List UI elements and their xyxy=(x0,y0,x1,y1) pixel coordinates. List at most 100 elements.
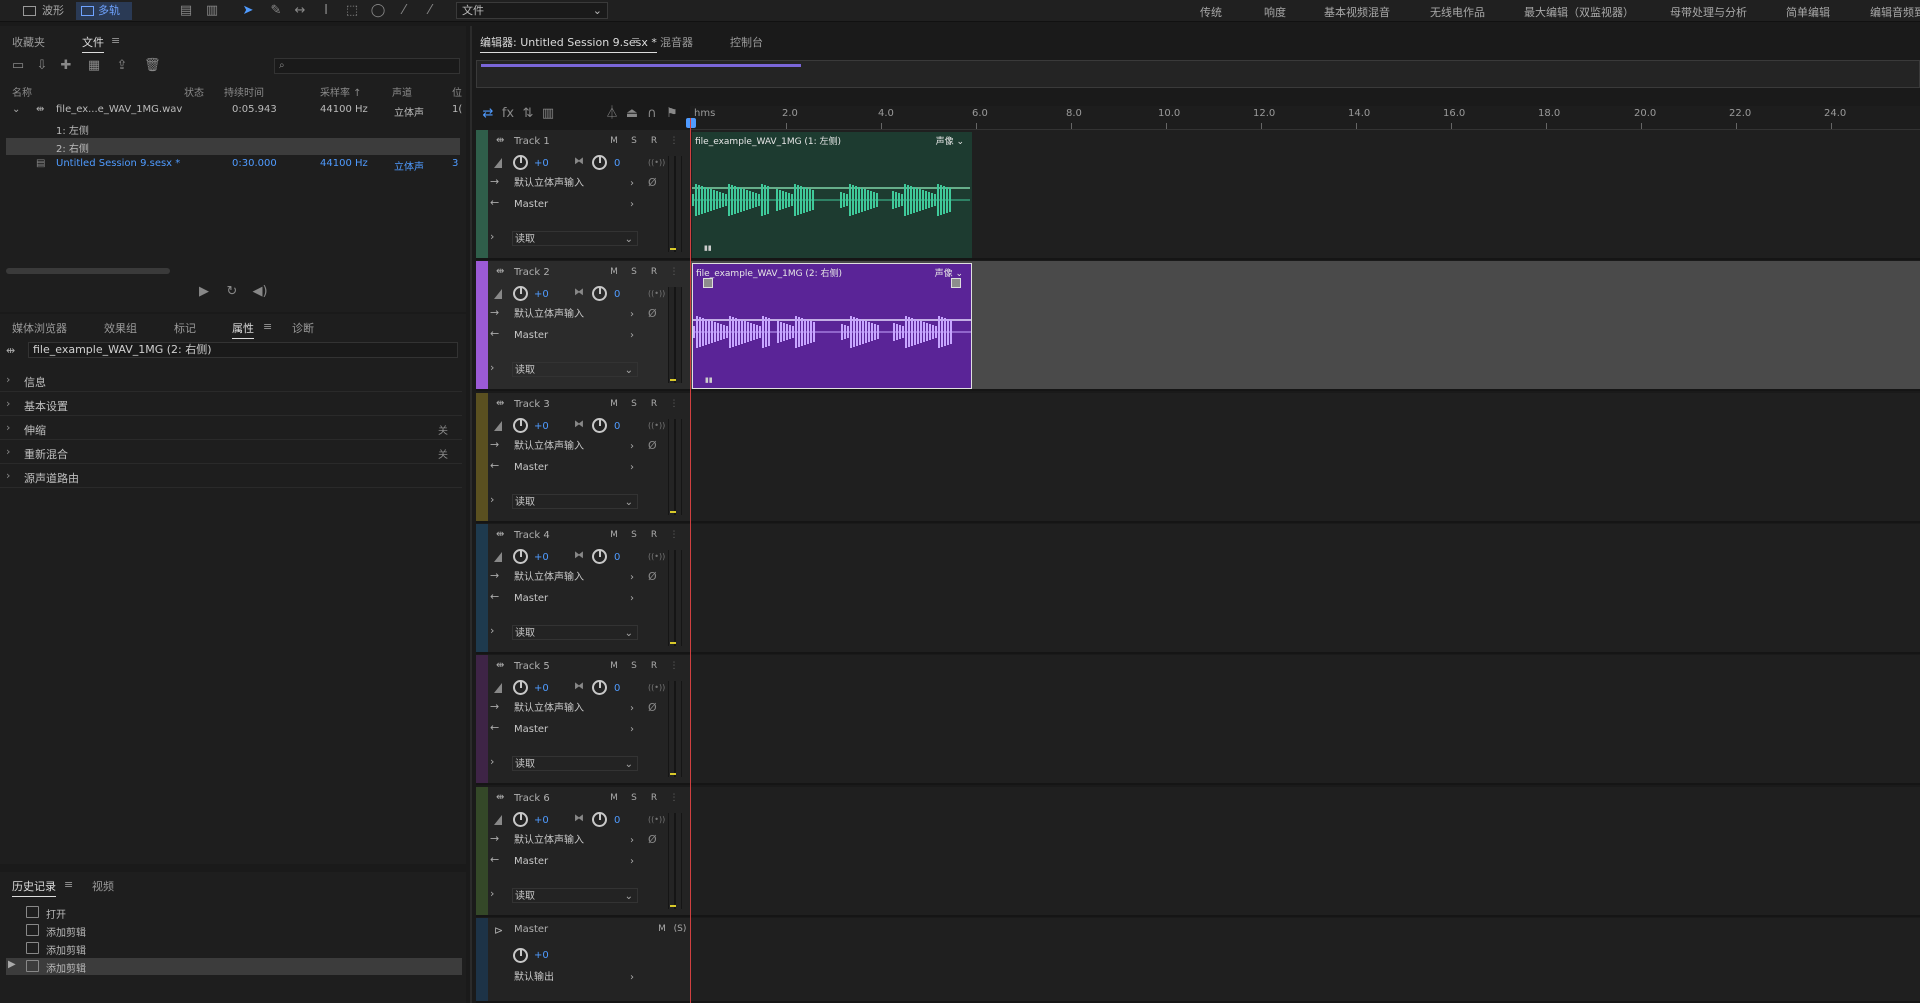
expand-chevron-icon[interactable]: › xyxy=(490,493,494,506)
automation-mode-select[interactable]: 读取 ⌄ xyxy=(512,231,638,246)
expand-chevron-icon[interactable]: ⌄ xyxy=(12,104,20,115)
col-samplerate[interactable]: 采样率 ↑ xyxy=(320,84,362,99)
volume-value[interactable]: +0 xyxy=(534,683,549,694)
output-select[interactable]: Master › xyxy=(512,854,638,869)
playhead-handle[interactable] xyxy=(686,118,696,128)
automation-mode-select[interactable]: 读取 ⌄ xyxy=(512,493,638,509)
col-name[interactable]: 名称 xyxy=(12,84,32,99)
track-drag-icon[interactable]: ⇹ xyxy=(496,266,504,277)
volume-knob[interactable] xyxy=(513,155,528,170)
track-drag-icon[interactable]: ⇹ xyxy=(496,792,504,803)
track-lane[interactable] xyxy=(690,392,1920,523)
eq-icon[interactable]: ▥ xyxy=(540,106,556,122)
stereo-icon[interactable]: ((•)) xyxy=(648,289,665,298)
table-row[interactable]: ⌄ ⇹ file_ex...e_WAV_1MG.wav 0:05.943 441… xyxy=(0,102,466,119)
workspace-video-mix[interactable]: 基本视频混音 xyxy=(1324,4,1390,20)
track-drag-icon[interactable]: ⇹ xyxy=(496,660,504,671)
track-name[interactable]: Track 5 xyxy=(514,661,550,672)
output-select[interactable]: Master › xyxy=(512,591,638,606)
record-button[interactable]: R xyxy=(646,134,662,149)
solo-button[interactable]: S xyxy=(626,659,642,674)
overview-viewport[interactable] xyxy=(481,64,801,67)
file-select[interactable]: 文件 ⌄ xyxy=(456,2,608,19)
delete-icon[interactable]: 🗑 xyxy=(144,58,161,74)
table-row[interactable]: 2: 右侧 xyxy=(6,138,460,155)
volume-knob[interactable] xyxy=(513,948,528,963)
list-item[interactable]: 添加剪辑 xyxy=(6,922,462,939)
pan-value[interactable]: 0 xyxy=(614,289,620,300)
brush-icon[interactable]: ⁄ xyxy=(396,3,412,19)
tab-console[interactable]: 控制台 xyxy=(730,34,763,50)
play-icon[interactable]: ▶ xyxy=(196,284,212,300)
phase-invert-icon[interactable]: Ø xyxy=(648,176,657,189)
audio-clip[interactable]: file_example_WAV_1MG (2: 右侧) 声像 ⌄ ▮▮ xyxy=(692,263,972,390)
workspace-radio[interactable]: 无线电作品 xyxy=(1430,4,1485,20)
razor-tool-icon[interactable]: ✎ xyxy=(268,3,284,19)
move-tool-icon[interactable]: ➤ xyxy=(240,3,256,19)
output-select[interactable]: Master › xyxy=(512,197,638,212)
stereo-icon[interactable]: ((•)) xyxy=(648,815,665,824)
expand-chevron-icon[interactable]: › xyxy=(490,230,494,243)
expand-chevron-icon[interactable]: › xyxy=(490,887,494,900)
panel-menu-icon[interactable]: ≡ xyxy=(111,34,120,47)
tab-diagnostics[interactable]: 诊断 xyxy=(292,320,314,336)
pan-knob[interactable] xyxy=(592,680,607,696)
track-name[interactable]: Track 6 xyxy=(514,793,550,804)
automation-mode-select[interactable]: 读取 ⌄ xyxy=(512,624,638,640)
panel-menu-icon[interactable]: ≡ xyxy=(263,320,272,333)
section-info[interactable]: › 信息 xyxy=(0,370,462,392)
section-source-channel-routing[interactable]: › 源声道路由 xyxy=(0,466,462,488)
col-status[interactable]: 状态 xyxy=(184,84,204,99)
solo-button[interactable]: S xyxy=(626,265,642,280)
col-bits[interactable]: 位 xyxy=(452,84,462,99)
marquee-icon[interactable]: ⬚ xyxy=(344,3,360,19)
track-name[interactable]: Track 3 xyxy=(514,399,550,410)
toggle-sends-icon[interactable]: ⇄ xyxy=(480,106,496,122)
pan-knob[interactable] xyxy=(592,811,607,827)
input-select[interactable]: 默认立体声输入 › xyxy=(512,833,638,848)
clip-name-field[interactable]: file_example_WAV_1MG (2: 右侧) xyxy=(28,342,458,358)
fade-out-handle[interactable] xyxy=(951,278,961,289)
volume-knob[interactable] xyxy=(513,811,528,827)
time-selection-icon[interactable]: I xyxy=(318,3,334,19)
panel-menu-icon[interactable]: ≡ xyxy=(64,878,73,891)
tab-effects-rack[interactable]: 效果组 xyxy=(104,320,137,336)
pan-knob[interactable] xyxy=(592,155,607,170)
volume-knob[interactable] xyxy=(513,286,528,302)
routing-icon[interactable]: ⇅ xyxy=(520,106,536,122)
track-name[interactable]: Track 4 xyxy=(514,530,550,541)
input-select[interactable]: 默认立体声输入 › xyxy=(512,176,638,191)
auto-play-icon[interactable]: ◀) xyxy=(252,284,268,300)
track-name[interactable]: Track 1 xyxy=(514,136,550,147)
record-button[interactable]: R xyxy=(646,397,662,412)
track-menu-icon[interactable]: ⋮ xyxy=(666,265,682,280)
new-file-icon[interactable]: ✚ xyxy=(58,58,74,74)
waveform-mode-button[interactable]: 波形 xyxy=(20,2,70,20)
expand-chevron-icon[interactable]: › xyxy=(490,361,494,374)
pan-knob[interactable] xyxy=(592,548,607,564)
fx-icon[interactable]: fx xyxy=(500,106,516,122)
phase-invert-icon[interactable]: Ø xyxy=(648,833,657,846)
playhead-line[interactable] xyxy=(690,118,691,1003)
section-stretch[interactable]: › 伸缩关 xyxy=(0,418,462,440)
tab-media-browser[interactable]: 媒体浏览器 xyxy=(12,320,67,336)
loop-icon[interactable]: ↻ xyxy=(224,284,240,300)
table-row[interactable]: 1: 左侧 xyxy=(0,120,466,137)
volume-knob[interactable] xyxy=(513,417,528,433)
multitrack-mode-button[interactable]: 多轨 xyxy=(76,2,132,20)
track-name[interactable]: Track 2 xyxy=(514,267,550,278)
workspace-edit-audio[interactable]: 编辑音频到 xyxy=(1870,4,1920,20)
open-file-icon[interactable]: ▭ xyxy=(10,58,26,74)
pan-knob[interactable] xyxy=(592,417,607,433)
volume-value[interactable]: +0 xyxy=(534,158,549,169)
output-select[interactable]: Master › xyxy=(512,460,638,475)
mute-button[interactable]: M xyxy=(606,134,622,149)
workspace-mastering[interactable]: 母带处理与分析 xyxy=(1670,4,1747,20)
volume-knob[interactable] xyxy=(513,680,528,696)
track-menu-icon[interactable]: ⋮ xyxy=(666,528,682,543)
stereo-icon[interactable]: ((•)) xyxy=(648,552,665,561)
slip-tool-icon[interactable]: ↔ xyxy=(292,3,308,19)
list-item[interactable]: ▶ 添加剪辑 xyxy=(6,958,462,975)
volume-value[interactable]: +0 xyxy=(534,421,549,432)
pan-value[interactable]: 0 xyxy=(614,815,620,826)
